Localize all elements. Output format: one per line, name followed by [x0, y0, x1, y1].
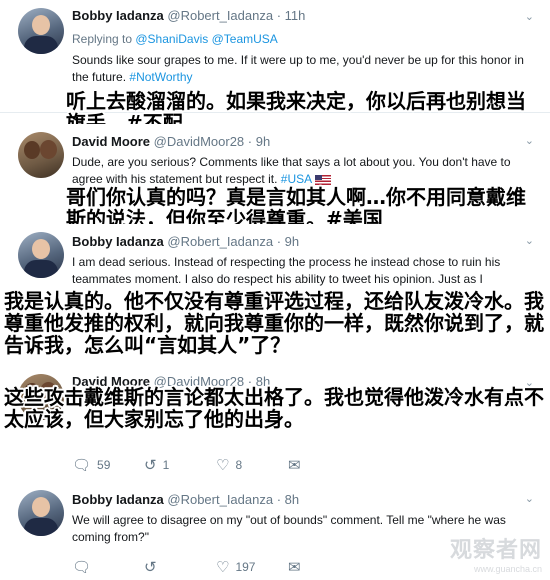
mail-icon: ✉: [288, 457, 301, 474]
author-name[interactable]: Bobby Iadanza: [72, 234, 164, 249]
watermark-brand: 观察者网: [449, 538, 542, 563]
chevron-down-icon[interactable]: ⌄: [525, 10, 534, 23]
heart-icon: ♡: [216, 457, 230, 474]
tweet-header: David Moore @DavidMoor28 · 9h: [72, 134, 270, 149]
avatar[interactable]: [18, 490, 64, 536]
replying-to-label: Replying to: [72, 32, 136, 46]
like-count: 197: [235, 560, 256, 574]
translation-caption: 这些攻击戴维斯的言论都太出格了。我也觉得他泼冷水有点不太应该，但大家别忘了他的出…: [4, 385, 544, 431]
avatar[interactable]: [18, 232, 64, 278]
retweet-count: 1: [162, 458, 170, 472]
tweet-header: Bobby Iadanza @Robert_Iadanza · 8h: [72, 492, 299, 507]
watermark: 观察者网 www.guancha.cn: [450, 532, 542, 574]
avatar[interactable]: [18, 8, 64, 54]
tweet-text: Dude, are you serious? Comments like tha…: [72, 154, 532, 188]
like-button[interactable]: ♡ 197: [216, 558, 288, 576]
tweet-3[interactable]: Bobby Iadanza @Robert_Iadanza · 9h ⌄ I a…: [0, 224, 550, 371]
dm-button[interactable]: ✉: [288, 558, 360, 576]
retweet-icon: ↺: [144, 559, 157, 576]
heart-icon: ♡: [216, 559, 230, 576]
mention-link[interactable]: @ShaniDavis: [135, 32, 208, 46]
mention-link[interactable]: @TeamUSA: [212, 32, 278, 46]
tweet-1[interactable]: Bobby Iadanza @Robert_Iadanza · 11h ⌄ Re…: [0, 0, 550, 134]
translation-caption: 我是认真的。他不仅没有尊重评选过程，还给队友泼冷水。我尊重他发推的权利，就向我尊…: [4, 289, 544, 357]
mail-icon: ✉: [288, 559, 301, 576]
chevron-down-icon[interactable]: ⌄: [525, 234, 534, 247]
reply-icon: 🗨: [72, 559, 92, 576]
watermark-url: www.guancha.cn: [473, 564, 542, 574]
reply-count: 59: [97, 458, 111, 472]
tweet-time[interactable]: · 8h: [277, 492, 299, 507]
tweet-4[interactable]: David Moore @DavidMoor28 · 8h ⌄ 这些攻击戴维斯的…: [0, 370, 550, 483]
tweet-2[interactable]: David Moore @DavidMoor28 · 9h ⌄ Dude, ar…: [0, 124, 550, 230]
tweet-actions: 🗨 ↺ ♡ 197 ✉: [72, 558, 360, 576]
author-handle[interactable]: @DavidMoor28: [154, 134, 245, 149]
hashtag-link[interactable]: #NotWorthy: [129, 70, 192, 84]
tweet-text: Sounds like sour grapes to me. If it wer…: [72, 52, 532, 86]
tweet-time[interactable]: · 9h: [277, 234, 299, 249]
retweet-icon: ↺: [144, 457, 157, 474]
hashtag-link[interactable]: #USA: [281, 172, 312, 186]
reply-button[interactable]: 🗨: [72, 558, 144, 576]
author-handle[interactable]: @Robert_Iadanza: [167, 234, 273, 249]
chevron-down-icon[interactable]: ⌄: [525, 134, 534, 147]
tweet-header: Bobby Iadanza @Robert_Iadanza · 11h: [72, 8, 305, 23]
tweet-time[interactable]: · 11h: [277, 8, 306, 23]
like-button[interactable]: ♡ 8: [216, 456, 288, 474]
reply-button[interactable]: 🗨 59: [72, 456, 144, 474]
author-name[interactable]: David Moore: [72, 134, 150, 149]
tweet-time[interactable]: · 9h: [248, 134, 270, 149]
tweet-actions: 🗨 59 ↺ 1 ♡ 8 ✉: [72, 456, 360, 474]
author-handle[interactable]: @Robert_Iadanza: [167, 8, 273, 23]
tweet-text: I am dead serious. Instead of respecting…: [72, 255, 501, 286]
author-name[interactable]: Bobby Iadanza: [72, 492, 164, 507]
replying-to: Replying to @ShaniDavis @TeamUSA: [72, 32, 278, 46]
us-flag-icon: [314, 174, 331, 185]
like-count: 8: [235, 458, 243, 472]
tweet-header: Bobby Iadanza @Robert_Iadanza · 9h: [72, 234, 299, 249]
retweet-button[interactable]: ↺: [144, 558, 216, 576]
retweet-button[interactable]: ↺ 1: [144, 456, 216, 474]
reply-icon: 🗨: [72, 457, 92, 474]
chevron-down-icon[interactable]: ⌄: [525, 492, 534, 505]
avatar[interactable]: [18, 132, 64, 178]
dm-button[interactable]: ✉: [288, 456, 360, 474]
author-name[interactable]: Bobby Iadanza: [72, 8, 164, 23]
author-handle[interactable]: @Robert_Iadanza: [167, 492, 273, 507]
